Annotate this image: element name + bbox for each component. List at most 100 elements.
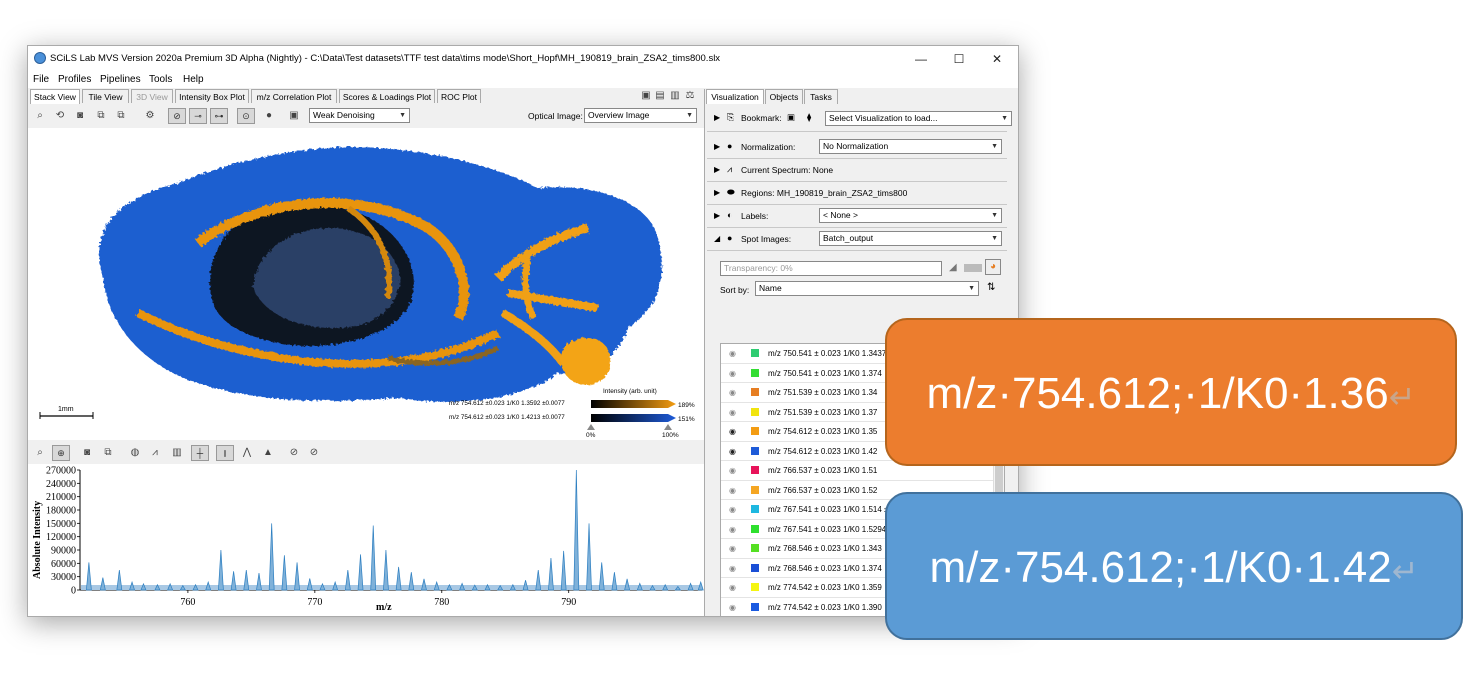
color-swatch[interactable] xyxy=(751,544,759,552)
tab-3d-view[interactable]: 3D View xyxy=(131,89,173,103)
visibility-eye-icon[interactable]: ◉ xyxy=(729,525,736,534)
tab-objects[interactable]: Objects xyxy=(765,89,803,104)
color-swatch[interactable] xyxy=(751,368,759,377)
zoom-icon[interactable]: ⌕ xyxy=(33,109,47,123)
visibility-eye-icon[interactable]: ◉ xyxy=(729,349,736,358)
zoom-in-icon[interactable]: ⊕ xyxy=(52,445,70,461)
visibility-eye-icon[interactable]: ◉ xyxy=(729,603,736,612)
color-swatch[interactable] xyxy=(751,446,759,455)
color-swatch[interactable] xyxy=(751,583,759,591)
bookmark-select[interactable]: Select Visualization to load... ▼ xyxy=(825,111,1012,126)
tab-mz-correlation-plot[interactable]: m/z Correlation Plot xyxy=(251,89,337,103)
visibility-eye-icon[interactable]: ◉ xyxy=(729,369,736,378)
menu-tools[interactable]: Tools xyxy=(149,74,172,85)
area-icon[interactable]: ▲ xyxy=(261,446,275,460)
color-swatch[interactable] xyxy=(751,505,759,513)
copy-icon[interactable]: ⧉ xyxy=(94,109,108,123)
optical-image-select[interactable]: Overview Image ▼ xyxy=(584,108,697,123)
chevron-right-icon[interactable]: ▶ xyxy=(714,113,720,122)
filter-icon[interactable]: ⊘ xyxy=(287,446,301,460)
transparency-input[interactable]: Transparency: 0% xyxy=(720,261,942,276)
chevron-down-icon[interactable]: ◢ xyxy=(714,234,720,243)
color-swatch[interactable] xyxy=(751,388,759,396)
color-swatch[interactable] xyxy=(751,563,759,572)
visibility-eye-icon[interactable]: ◉ xyxy=(729,486,736,495)
visibility-eye-icon[interactable]: ◉ xyxy=(729,564,736,573)
save-bookmark-icon[interactable]: ▣ xyxy=(787,112,795,123)
image-export-icon[interactable]: ▤ xyxy=(653,89,667,103)
sort-by-select[interactable]: Name ▼ xyxy=(755,281,979,296)
minimize-button[interactable]: — xyxy=(903,48,939,70)
color-swatch[interactable] xyxy=(751,407,759,416)
bars-icon[interactable]: ▥ xyxy=(170,446,184,460)
mouse-icon[interactable]: ◍ xyxy=(128,446,142,460)
spot-images-select[interactable]: Batch_output ▼ xyxy=(819,231,1002,246)
menu-pipelines[interactable]: Pipelines xyxy=(100,74,141,85)
close-button[interactable]: ✕ xyxy=(979,48,1015,70)
menu-profiles[interactable]: Profiles xyxy=(58,74,91,85)
tab-visualization[interactable]: Visualization xyxy=(706,89,764,104)
visibility-eye-icon[interactable]: ◉ xyxy=(729,427,736,436)
spectrum-icon[interactable]: ⫾ xyxy=(216,445,234,461)
settings-icon[interactable]: ⚙ xyxy=(143,109,157,123)
denoising-select[interactable]: Weak Denoising ▼ xyxy=(309,108,410,123)
labels-select[interactable]: < None > ▼ xyxy=(819,208,1002,223)
visibility-eye-icon[interactable]: ◉ xyxy=(729,388,736,397)
sort-order-icon[interactable]: ⇅ xyxy=(987,282,995,293)
ion-image-panel[interactable]: 1mm Intensity (arb. unit) m/z 754.612 ±0… xyxy=(28,128,704,440)
menu-help[interactable]: Help xyxy=(183,74,204,85)
color-swatch[interactable] xyxy=(751,602,759,611)
camera-icon[interactable]: ◙ xyxy=(80,446,94,460)
measure-tool-icon[interactable]: ⊶ xyxy=(210,108,228,124)
color-wheel-icon[interactable]: ◕ xyxy=(985,259,1001,275)
crosshair-icon[interactable]: ┼ xyxy=(191,445,209,461)
tab-stack-view[interactable]: Stack View xyxy=(30,89,80,104)
color-swatch[interactable] xyxy=(751,427,759,435)
legend-max-handle[interactable] xyxy=(664,424,672,430)
menu-file[interactable]: File xyxy=(33,74,49,85)
legend-min-handle[interactable] xyxy=(587,424,595,430)
chevron-right-icon[interactable]: ▶ xyxy=(714,188,720,197)
bar-icon[interactable] xyxy=(964,264,982,272)
color-swatch[interactable] xyxy=(751,349,759,357)
visibility-eye-icon[interactable]: ◉ xyxy=(729,544,736,553)
tab-intensity-box-plot[interactable]: Intensity Box Plot xyxy=(175,89,249,103)
peak-picking-icon[interactable]: ⩘ xyxy=(148,446,162,460)
peaks-icon[interactable]: ⋀ xyxy=(240,446,254,460)
paste-icon[interactable]: ⧉ xyxy=(114,109,128,123)
tab-tile-view[interactable]: Tile View xyxy=(82,89,129,103)
tab-scores-loadings-plot[interactable]: Scores & Loadings Plot xyxy=(339,89,435,103)
draw-tool-icon[interactable]: ⊸ xyxy=(189,108,207,124)
brush-icon[interactable]: ● xyxy=(262,109,276,123)
spectrum-chart[interactable]: 270000 240000 210000 180000 150000 120000 9000… xyxy=(28,464,704,616)
gradient-icon[interactable]: ◢ xyxy=(949,262,957,273)
visibility-eye-icon[interactable]: ◉ xyxy=(729,466,736,475)
reset-view-icon[interactable]: ⟲ xyxy=(53,109,67,123)
visibility-eye-icon[interactable]: ◉ xyxy=(729,583,736,592)
lock-icon[interactable]: ▣ xyxy=(639,89,653,103)
normalization-select[interactable]: No Normalization ▼ xyxy=(819,139,1002,154)
camera-icon[interactable]: ◙ xyxy=(73,109,87,123)
color-swatch[interactable] xyxy=(751,524,759,533)
search-icon[interactable]: ⌕ xyxy=(33,446,47,460)
visibility-eye-icon[interactable]: ◉ xyxy=(729,505,736,514)
visibility-eye-icon[interactable]: ◉ xyxy=(729,408,736,417)
layers-icon[interactable]: ⧫ xyxy=(807,112,811,123)
copy-icon[interactable]: ⧉ xyxy=(101,446,115,460)
image-icon[interactable]: ▣ xyxy=(287,109,301,123)
region-select-icon[interactable]: ⊘ xyxy=(168,108,186,124)
maximize-button[interactable]: ☐ xyxy=(941,48,977,70)
color-swatch[interactable] xyxy=(751,466,759,474)
chevron-right-icon[interactable]: ▶ xyxy=(714,142,720,151)
list-item-label: m/z 750.541 ± 0.023 1/K0 1.374 xyxy=(768,368,882,378)
clear-filter-icon[interactable]: ⊘ xyxy=(307,446,321,460)
visibility-eye-icon[interactable]: ◉ xyxy=(729,447,736,456)
balance-icon[interactable]: ⚖ xyxy=(683,89,697,103)
tab-tasks[interactable]: Tasks xyxy=(804,89,838,104)
report-icon[interactable]: ▥ xyxy=(668,89,682,103)
lasso-icon[interactable]: ⊙ xyxy=(237,108,255,124)
chevron-right-icon[interactable]: ▶ xyxy=(714,211,720,220)
tab-roc-plot[interactable]: ROC Plot xyxy=(437,89,481,103)
chevron-right-icon[interactable]: ▶ xyxy=(714,165,720,174)
color-swatch[interactable] xyxy=(751,485,759,494)
